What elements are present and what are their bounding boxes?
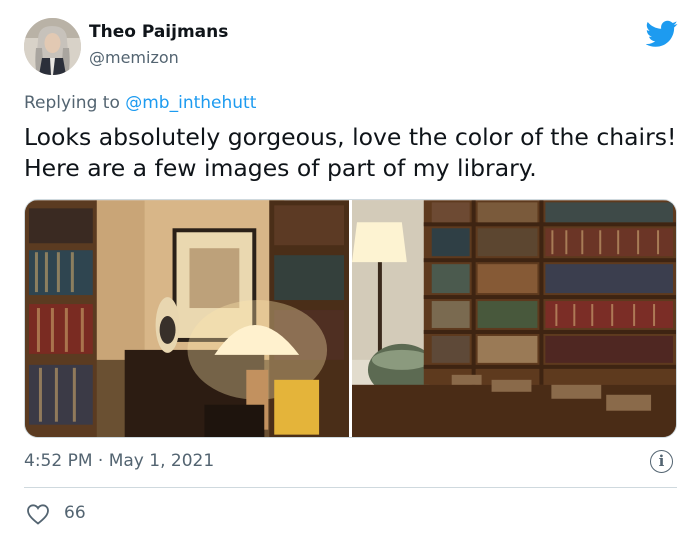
heart-icon[interactable] bbox=[26, 503, 50, 525]
timestamp-separator: · bbox=[92, 451, 109, 471]
tweet-date: May 1, 2021 bbox=[108, 451, 215, 471]
reply-mention-link[interactable]: @mb_inthehutt bbox=[125, 93, 256, 113]
tweet-time: 4:52 PM bbox=[24, 451, 93, 471]
avatar[interactable] bbox=[24, 18, 81, 75]
reply-context: Replying to @mb_inthehutt bbox=[24, 93, 256, 113]
tweet-timestamp[interactable]: 4:52 PM · May 1, 2021 bbox=[24, 451, 214, 471]
reply-prefix: Replying to bbox=[24, 93, 126, 113]
like-count[interactable]: 66 bbox=[64, 503, 86, 523]
info-icon[interactable]: i bbox=[650, 450, 673, 473]
library-photo-2[interactable] bbox=[352, 200, 676, 438]
divider bbox=[24, 487, 677, 488]
author-name[interactable]: Theo Paijmans bbox=[89, 22, 228, 42]
library-photo-1[interactable] bbox=[25, 200, 349, 438]
tweet-media[interactable] bbox=[24, 199, 677, 438]
author-handle[interactable]: @memizon bbox=[89, 48, 179, 67]
tweet-text: Looks absolutely gorgeous, love the colo… bbox=[24, 123, 677, 182]
twitter-bird-icon[interactable] bbox=[646, 20, 678, 48]
